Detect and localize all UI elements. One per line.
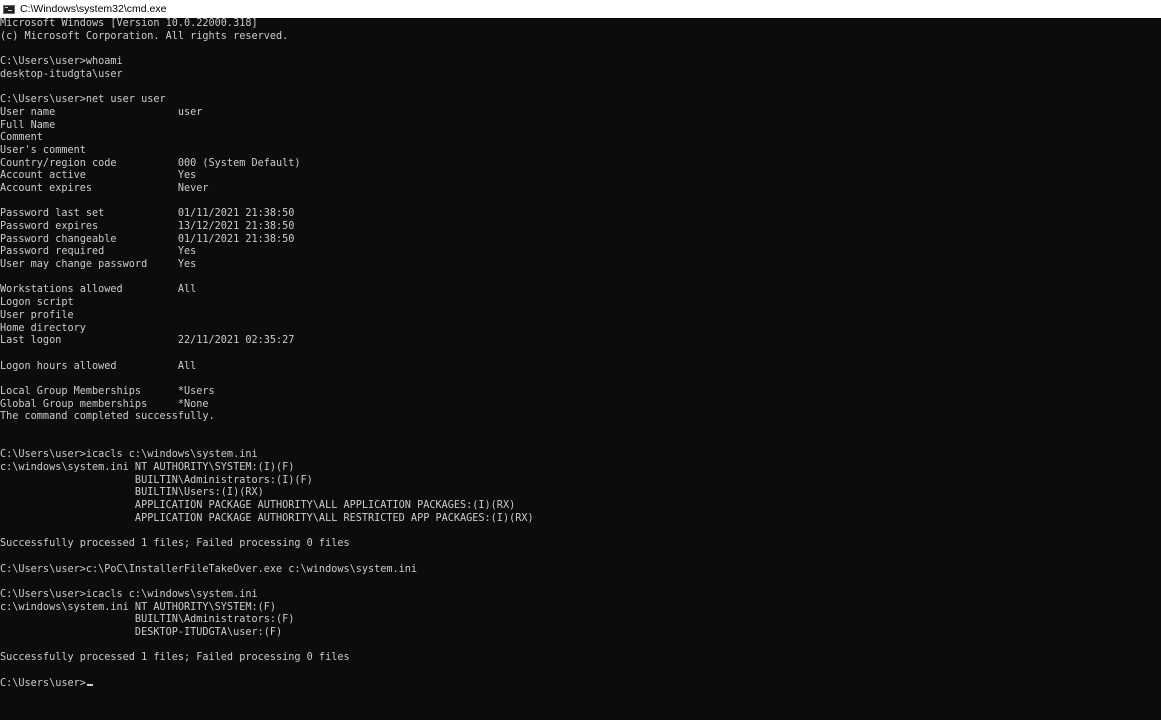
console-line: Home directory [0,323,1161,336]
text-cursor [86,683,93,686]
console-line: User name user [0,107,1161,120]
console-line-text: Password last set 01/11/2021 21:38:50 [0,208,295,220]
console-line-text: Local Group Memberships *Users [0,385,215,397]
console-line-text: C:\Users\user>c:\PoC\InstallerFileTakeOv… [0,563,418,575]
console-line: APPLICATION PACKAGE AUTHORITY\ALL RESTRI… [0,513,1161,526]
console-line-text: Account active Yes [0,170,197,182]
console-line: Global Group memberships *None [0,399,1161,412]
console-line-text: Password expires 13/12/2021 21:38:50 [0,221,295,232]
console-line-text: BUILTIN\Administrators:(F) [0,614,295,626]
console-line: Account active Yes [0,170,1161,183]
console-line: Password required Yes [0,246,1161,259]
console-line-text: c:\windows\system.ini NT AUTHORITY\SYSTE… [0,462,295,474]
console-line-text: The command completed successfully. [0,411,215,423]
console-line: C:\Users\user>icacls c:\windows\system.i… [0,449,1161,462]
console-line-text: Workstations allowed All [0,284,197,296]
console-line-text: C:\Users\user>icacls c:\windows\system.i… [0,588,258,600]
console-line: Local Group Memberships *Users [0,386,1161,399]
console-line-text: Full Name [0,119,56,131]
console-line: User's comment [0,145,1161,158]
console-line: C:\Users\user>icacls c:\windows\system.i… [0,589,1161,602]
console-line-text: Comment [0,132,43,144]
console-line-text: Password required Yes [0,246,197,258]
console-line: BUILTIN\Administrators:(I)(F) [0,475,1161,488]
console-line-text: c:\windows\system.ini NT AUTHORITY\SYSTE… [0,601,277,613]
console-line: desktop-itudgta\user [0,69,1161,82]
console-line: BUILTIN\Administrators:(F) [0,614,1161,627]
console-line-text: User profile [0,309,74,321]
console-output[interactable]: Microsoft Windows [Version 10.0.22000.31… [0,18,1161,720]
console-line: Logon script [0,297,1161,310]
console-line: (c) Microsoft Corporation. All rights re… [0,31,1161,44]
console-line: C:\Users\user>whoami [0,56,1161,69]
console-line-text: Home directory [0,322,86,334]
console-line: Password last set 01/11/2021 21:38:50 [0,208,1161,221]
console-line: Successfully processed 1 files; Failed p… [0,652,1161,665]
console-line: Full Name [0,120,1161,133]
console-line: The command completed successfully. [0,411,1161,424]
console-line-text: C:\Users\user>net user user [0,94,166,106]
console-line: Workstations allowed All [0,284,1161,297]
console-line: Microsoft Windows [Version 10.0.22000.31… [0,18,1161,31]
console-line-text: Logon hours allowed All [0,360,197,372]
console-line: Password expires 13/12/2021 21:38:50 [0,221,1161,234]
console-line: c:\windows\system.ini NT AUTHORITY\SYSTE… [0,462,1161,475]
console-line: Logon hours allowed All [0,361,1161,374]
console-line: Account expires Never [0,183,1161,196]
console-line-text: Successfully processed 1 files; Failed p… [0,652,350,664]
console-line-text: User's comment [0,144,86,156]
console-line-text: C:\Users\user>icacls c:\windows\system.i… [0,449,258,461]
console-line: Country/region code 000 (System Default) [0,158,1161,171]
console-line: c:\windows\system.ini NT AUTHORITY\SYSTE… [0,602,1161,615]
console-line: APPLICATION PACKAGE AUTHORITY\ALL APPLIC… [0,500,1161,513]
console-line-text: BUILTIN\Administrators:(I)(F) [0,474,313,486]
console-line-text: Password changeable 01/11/2021 21:38:50 [0,233,295,245]
console-line-text: Account expires Never [0,182,209,194]
console-line-text: (c) Microsoft Corporation. All rights re… [0,30,289,42]
console-line-text: Logon script [0,297,74,309]
console-line-text: Microsoft Windows [Version 10.0.22000.31… [0,18,258,29]
console-line-text: Country/region code 000 (System Default) [0,157,301,169]
command-prompt-line: C:\Users\user> [0,678,1161,691]
console-line: BUILTIN\Users:(I)(RX) [0,487,1161,500]
console-line: DESKTOP-ITUDGTA\user:(F) [0,627,1161,640]
console-line-text: Last logon 22/11/2021 02:35:27 [0,335,295,347]
console-line-text: User may change password Yes [0,259,197,271]
console-line: Successfully processed 1 files; Failed p… [0,538,1161,551]
title-bar[interactable]: C:\Windows\system32\cmd.exe [0,0,1161,18]
console-line: User profile [0,310,1161,323]
cmd-window: C:\Windows\system32\cmd.exe Microsoft Wi… [0,0,1161,720]
console-line-text: Successfully processed 1 files; Failed p… [0,538,350,550]
console-line: Last logon 22/11/2021 02:35:27 [0,335,1161,348]
console-line: User may change password Yes [0,259,1161,272]
console-line-text: C:\Users\user> [0,677,86,689]
window-title: C:\Windows\system32\cmd.exe [20,3,167,15]
console-line-text: DESKTOP-ITUDGTA\user:(F) [0,627,283,638]
console-line: C:\Users\user>net user user [0,94,1161,107]
console-line-text: C:\Users\user>whoami [0,56,123,68]
console-line-text: Global Group memberships *None [0,398,209,410]
console-line-text: User name user [0,106,203,118]
console-line-text: APPLICATION PACKAGE AUTHORITY\ALL APPLIC… [0,500,516,512]
console-line-text: desktop-itudgta\user [0,68,123,80]
cmd-icon [3,4,15,14]
console-line: C:\Users\user>c:\PoC\InstallerFileTakeOv… [0,564,1161,577]
console-line-text: APPLICATION PACKAGE AUTHORITY\ALL RESTRI… [0,512,534,524]
console-line-text: BUILTIN\Users:(I)(RX) [0,487,264,499]
console-line: Comment [0,132,1161,145]
console-line: Password changeable 01/11/2021 21:38:50 [0,234,1161,247]
